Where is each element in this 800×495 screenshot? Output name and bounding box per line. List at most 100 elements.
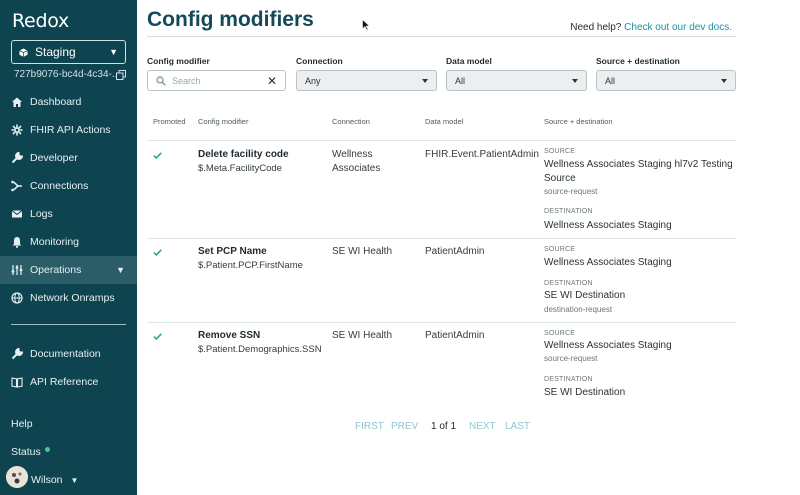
sidebar-item-label: Operations <box>30 264 82 276</box>
globe-icon <box>11 292 23 304</box>
pagination-current: 1 of 1 <box>431 421 457 432</box>
sidebar-item-label: Logs <box>30 208 53 220</box>
destination-value: Wellness Associates Staging <box>544 220 672 231</box>
chevron-down-icon: ▼ <box>109 47 118 57</box>
user-menu[interactable]: Wilson ▼ <box>31 474 78 486</box>
redox-logo[interactable]: Redox <box>12 10 69 32</box>
config-modifier-search-input[interactable]: Search ✕ <box>147 70 286 91</box>
home-icon <box>11 96 23 108</box>
filter-label-config-modifier: Config modifier <box>147 56 210 66</box>
search-icon <box>156 75 166 86</box>
filter-label-data-model: Data model <box>446 56 492 66</box>
destination-value: SE WI Destination <box>544 290 626 301</box>
sidebar-item-operations[interactable]: Operations ▼ <box>0 256 137 284</box>
sliders-icon <box>11 264 23 276</box>
page-title: Config modifiers <box>147 8 314 31</box>
pagination-prev[interactable]: PREV <box>391 421 418 432</box>
check-icon <box>153 333 162 340</box>
sidebar-item-fhir-api-actions[interactable]: FHIR API Actions <box>0 116 137 144</box>
sidebar-item-label: API Reference <box>30 376 99 388</box>
avatar[interactable] <box>6 466 28 488</box>
source-request-type: source-request <box>544 187 598 196</box>
clear-icon[interactable]: ✕ <box>267 74 277 88</box>
destination-label: DESTINATION <box>544 280 593 287</box>
sidebar-item-network-onramps[interactable]: Network Onramps <box>0 284 137 312</box>
modifier-path: $.Meta.FacilityCode <box>198 163 282 174</box>
pagination-first[interactable]: FIRST <box>355 421 384 432</box>
modifier-name[interactable]: Set PCP Name <box>198 246 267 257</box>
data-model: PatientAdmin <box>425 330 485 341</box>
sidebar-item-label: Developer <box>30 152 78 164</box>
table-row[interactable]: Set PCP Name $.Patient.PCP.FirstName SE … <box>147 238 736 322</box>
connections-icon <box>11 180 23 192</box>
pagination-last[interactable]: LAST <box>505 421 530 432</box>
source-destination-select-value: All <box>605 75 616 86</box>
source-label: SOURCE <box>544 246 576 253</box>
source-request-type: source-request <box>544 354 598 363</box>
connection-name: SE WI Health <box>332 330 393 341</box>
source-label: SOURCE <box>544 330 576 337</box>
modifier-path: $.Patient.PCP.FirstName <box>198 260 303 271</box>
connection-name: SE WI Health <box>332 246 393 257</box>
filter-label-source-destination: Source + destination <box>596 56 680 66</box>
modifier-name[interactable]: Remove SSN <box>198 330 260 341</box>
sidebar-status-link[interactable]: Status <box>11 446 50 458</box>
cube-icon <box>19 47 28 57</box>
help-prefix: Need help? <box>570 22 622 33</box>
sidebar-item-label: Connections <box>30 180 89 192</box>
mouse-cursor-icon <box>362 19 370 31</box>
bell-icon <box>11 236 23 248</box>
sidebar-divider <box>11 324 126 325</box>
destination-label: DESTINATION <box>544 208 593 215</box>
caret-down-icon <box>721 78 727 83</box>
sidebar-item-developer[interactable]: Developer <box>0 144 137 172</box>
sidebar-item-documentation[interactable]: Documentation <box>0 340 137 368</box>
caret-down-icon <box>422 78 428 83</box>
sidebar-item-api-reference[interactable]: API Reference <box>0 368 137 396</box>
sidebar-item-logs[interactable]: Logs <box>0 200 137 228</box>
source-value: Wellness Associates Staging <box>544 257 672 268</box>
table-row[interactable]: Delete facility code $.Meta.FacilityCode… <box>147 140 736 238</box>
sidebar-item-dashboard[interactable]: Dashboard <box>0 88 137 116</box>
status-label: Status <box>11 446 41 458</box>
source-value: Wellness Associates Staging <box>544 340 672 351</box>
sidebar-item-label: Documentation <box>30 348 101 360</box>
data-model: PatientAdmin <box>425 246 485 257</box>
source-destination-select[interactable]: All <box>596 70 736 91</box>
sidebar-item-label: Monitoring <box>30 236 80 248</box>
check-icon <box>153 152 162 159</box>
book-icon <box>11 376 23 388</box>
check-icon <box>153 249 162 256</box>
connection-select[interactable]: Any <box>296 70 437 91</box>
column-header-source-destination: Source + destination <box>544 117 613 126</box>
environment-select[interactable]: Staging ▼ <box>11 40 126 64</box>
sidebar: Redox Staging ▼ 727b9076-bc4d-4c34-... D… <box>0 0 137 495</box>
status-dot <box>44 446 50 452</box>
table-row[interactable]: Remove SSN $.Patient.Demographics.SSN SE… <box>147 322 736 406</box>
dev-docs-link[interactable]: Check out our dev docs. <box>624 22 732 33</box>
title-divider <box>147 36 736 37</box>
chevron-down-icon: ▼ <box>116 265 125 275</box>
wrench-icon <box>11 348 23 360</box>
search-placeholder: Search <box>172 75 201 86</box>
filter-label-connection: Connection <box>296 56 343 66</box>
data-model-select[interactable]: All <box>446 70 587 91</box>
sidebar-help-link[interactable]: Help <box>11 418 33 430</box>
environment-label: Staging <box>35 45 76 59</box>
copy-icon[interactable] <box>116 69 126 80</box>
destination-request-type: destination-request <box>544 305 613 314</box>
pagination-next[interactable]: NEXT <box>469 421 496 432</box>
data-model-select-value: All <box>455 75 466 86</box>
modifier-name[interactable]: Delete facility code <box>198 149 289 160</box>
destination-value: SE WI Destination <box>544 387 626 398</box>
data-model: FHIR.Event.PatientAdmin <box>425 149 539 160</box>
sidebar-item-monitoring[interactable]: Monitoring <box>0 228 137 256</box>
environment-id-text: 727b9076-bc4d-4c34-... <box>14 69 116 80</box>
sidebar-item-label: FHIR API Actions <box>30 124 111 136</box>
source-value: Wellness Associates Staging hl7v2 Testin… <box>544 159 733 184</box>
connection-select-value: Any <box>305 75 321 86</box>
sidebar-item-connections[interactable]: Connections <box>0 172 137 200</box>
fhir-icon <box>11 124 23 136</box>
caret-down-icon: ▼ <box>70 475 79 485</box>
column-header-config-modifier: Config modifier <box>198 117 249 126</box>
